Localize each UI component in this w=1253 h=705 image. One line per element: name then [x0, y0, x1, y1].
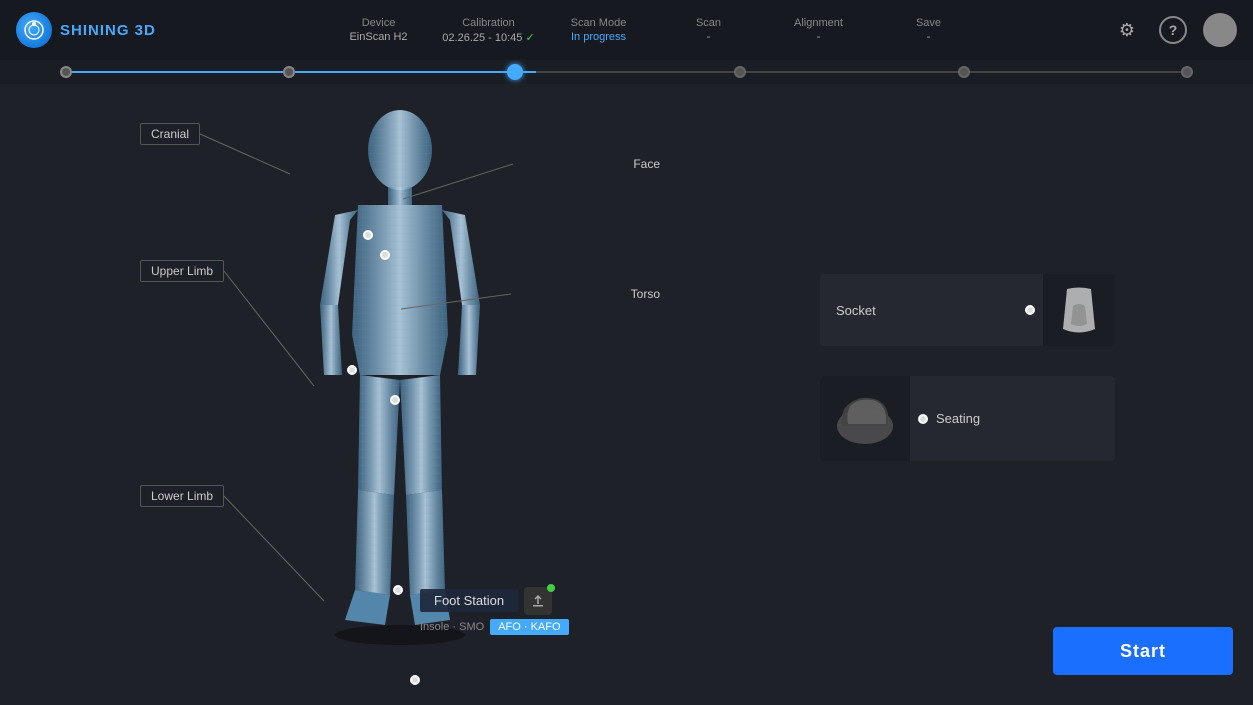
foot-tag1: Insole · SMO [420, 621, 484, 633]
help-icon: ? [1169, 22, 1178, 38]
step-scan-mode: Scan Mode In progress [544, 17, 654, 43]
socket-card[interactable]: Socket [820, 274, 1115, 346]
step-calibration: Calibration 02.26.25 - 10:45 ✓ [434, 17, 544, 44]
lower-limb-label-box: Lower Limb [140, 485, 224, 507]
logo-icon [16, 12, 52, 48]
upper-limb-label: Upper Limb [151, 264, 213, 278]
settings-button[interactable]: ⚙ [1111, 14, 1143, 46]
gear-icon: ⚙ [1119, 20, 1135, 41]
track-dot-5[interactable] [958, 66, 970, 78]
dot-head-left[interactable] [363, 230, 373, 240]
calibration-value: 02.26.25 - 10:45 ✓ [442, 31, 534, 44]
step-alignment: Alignment - [764, 17, 874, 43]
workflow-steps: Device EinScan H2 Calibration 02.26.25 -… [196, 17, 1111, 44]
socket-dot [1025, 305, 1035, 315]
foot-station-label: Foot Station [434, 593, 504, 608]
socket-thumbnail [1043, 274, 1115, 346]
track-dot-6[interactable] [1181, 66, 1193, 78]
help-button[interactable]: ? [1159, 16, 1187, 44]
avatar[interactable] [1203, 13, 1237, 47]
progress-track [0, 60, 1253, 84]
human-body-svg [290, 105, 510, 645]
scan-mode-label: Scan Mode [571, 17, 627, 29]
save-value: - [927, 31, 931, 43]
upload-icon [531, 594, 545, 608]
dot-lower-limb[interactable] [393, 585, 403, 595]
start-button[interactable]: Start [1053, 627, 1233, 675]
dot-upper-left[interactable] [347, 365, 357, 375]
foot-station-popup: Foot Station Insole · SMO AFO · KAFO [420, 587, 569, 635]
save-label: Save [916, 17, 941, 29]
cranial-label: Cranial [151, 127, 189, 141]
step-save: Save - [874, 17, 984, 43]
track-dot-4[interactable] [734, 66, 746, 78]
cranial-label-box: Cranial [140, 123, 200, 145]
seating-label: Seating [936, 411, 1115, 426]
face-label: Face [633, 157, 660, 171]
step-scan: Scan - [654, 17, 764, 43]
main-content: Cranial Upper Limb Lower Limb [0, 84, 1253, 705]
upload-button[interactable] [524, 587, 552, 615]
torso-label: Torso [631, 287, 660, 301]
right-panel: Socket [800, 84, 1253, 705]
socket-label: Socket [820, 303, 1025, 318]
header: SHINING 3D Device EinScan H2 Calibration… [0, 0, 1253, 60]
track-dot-1[interactable] [60, 66, 72, 78]
face-label-container: Face [633, 155, 660, 173]
calibration-label: Calibration [462, 17, 515, 29]
upper-limb-label-box: Upper Limb [140, 260, 224, 282]
step-device: Device EinScan H2 [324, 17, 434, 43]
device-value: EinScan H2 [349, 31, 407, 43]
dot-foot[interactable] [410, 675, 420, 685]
scan-value: - [707, 31, 711, 43]
upload-green-dot [547, 584, 555, 592]
foot-tag2[interactable]: AFO · KAFO [490, 619, 568, 635]
app-name: SHINING 3D [60, 22, 156, 39]
logo-area: SHINING 3D [16, 12, 196, 48]
track-dots [60, 64, 1193, 80]
left-panel: Cranial Upper Limb Lower Limb [0, 84, 800, 705]
seating-thumbnail [820, 376, 910, 461]
body-figure-container: Cranial Upper Limb Lower Limb [220, 105, 580, 665]
header-icons: ⚙ ? [1111, 13, 1237, 47]
seating-dot [918, 414, 928, 424]
alignment-label: Alignment [794, 17, 843, 29]
torso-label-container: Torso [631, 285, 660, 303]
alignment-value: - [817, 31, 821, 43]
device-label: Device [362, 17, 396, 29]
lower-limb-label: Lower Limb [151, 489, 213, 503]
dot-torso[interactable] [390, 395, 400, 405]
scan-mode-value: In progress [571, 31, 626, 43]
track-dot-3[interactable] [507, 64, 523, 80]
scan-label: Scan [696, 17, 721, 29]
dot-head-right[interactable] [380, 250, 390, 260]
track-dot-2[interactable] [283, 66, 295, 78]
seating-card[interactable]: Seating [820, 376, 1115, 461]
